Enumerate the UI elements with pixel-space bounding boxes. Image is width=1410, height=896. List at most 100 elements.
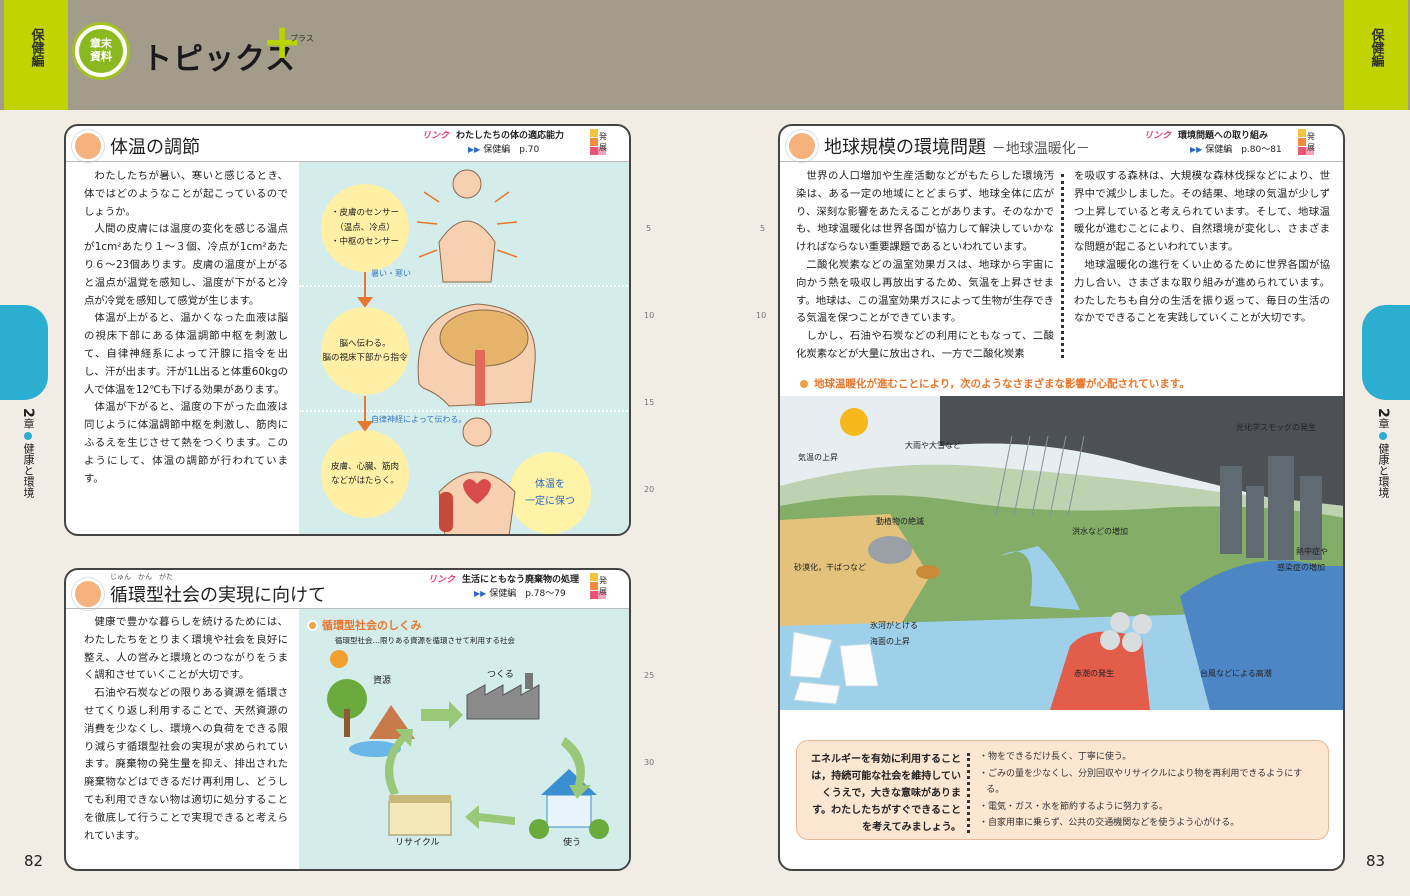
elephant-icon <box>868 536 912 564</box>
impact-label: 海面の上昇 <box>870 637 910 646</box>
impact-label: 光化学スモッグの発生 <box>1236 423 1316 432</box>
arrow-icon: ▶▶ <box>474 589 487 599</box>
chapter-end-badge: 章末 資料 <box>72 22 130 80</box>
energy-item: ・物をできるだけ長く、丁寧に使う。 <box>979 752 1132 762</box>
line-number: 5 <box>646 224 652 233</box>
column-divider <box>1061 174 1065 358</box>
hatten-label: 発 <box>1307 132 1315 141</box>
hatten-icon: 発展 <box>590 573 612 603</box>
energy-lead: エネルギーを有効に利用することは，持続可能な社会を維持していくうえで，大きな意味… <box>811 754 961 833</box>
body-temp-figure: ・皮膚のセンサー （温点、冷点） ・中枢のセンサー 脳へ伝わる。 脳の視床下部から指令… <box>299 162 629 534</box>
link-page: p.80～81 <box>1241 145 1282 156</box>
chapter-unit: 章 <box>22 417 35 429</box>
divider <box>780 161 1343 162</box>
arrow-icon: ▶▶ <box>468 145 481 155</box>
section-recycling-society: じゅん かん がた 循環型社会の実現に向けて リンク 生活にともなう廃棄物の処理… <box>64 568 631 871</box>
impact-label: 大雨や大雪など <box>905 441 961 450</box>
fig-label: 資源 <box>373 676 392 686</box>
link-box: リンク 生活にともなう廃棄物の処理 ▶▶ 保健編 p.78～79 <box>428 573 580 602</box>
impact-label: 砂漠化，干ばつなど <box>794 563 866 572</box>
chapter-number: 2 <box>20 408 36 418</box>
plus-ruby: プラス <box>290 34 314 43</box>
impact-label: 氷河がとける <box>870 621 918 630</box>
page-number-right: 83 <box>1366 852 1386 870</box>
impact-label: 赤潮の発生 <box>1074 669 1114 678</box>
recycle-diagram <box>327 650 609 839</box>
paragraph: を吸収する森林は、大規模な森林伐採などにより、世界中で減少しました。その結果、地… <box>1074 170 1330 254</box>
link-ref: 保健編 <box>489 589 517 600</box>
impact-label: 台風などによる高潮 <box>1200 669 1272 678</box>
line-number: 10 <box>756 311 767 320</box>
paragraph: 石油や石炭などの限りある資源を循環させてくり返し利用することで、天然資源の消費を… <box>84 687 288 842</box>
impact-label: 洪水などの増加 <box>1072 527 1128 536</box>
recycle-plant-icon <box>388 795 452 836</box>
lion-icon <box>916 565 940 579</box>
hatten-label: 発 <box>599 132 607 141</box>
section-global-warming: 地球規模の環境問題 －地球温暖化－ リンク 環境問題への取り組み ▶▶ 保健編 … <box>778 124 1345 871</box>
energy-list: ・物をできるだけ長く、丁寧に使う。 ・ごみの量を少なくし、分別回収やリサイクルに… <box>979 749 1319 832</box>
chapter-tab-left <box>0 305 48 400</box>
line-number: 10 <box>644 311 655 320</box>
recycle-figure: 循環型社会のしくみ 循環型社会…限りある資源を循環させて利用する社会 資源 つく… <box>299 609 629 869</box>
link-ref: 保健編 <box>483 145 511 156</box>
link-title: わたしたちの体の適応能力 <box>456 131 565 141</box>
line-number: 20 <box>644 485 655 494</box>
arrow-label: 暑い・寒い <box>371 269 411 278</box>
title-main: 地球規模の環境問題 <box>824 137 986 158</box>
section-marker-icon <box>72 130 104 162</box>
paragraph: 二酸化炭素などの温室効果ガスは、地球から宇宙に向かう熱を吸収し再放出するため、気… <box>796 258 1054 325</box>
bullet-icon <box>1379 431 1387 440</box>
section-title: 循環型社会の実現に向けて <box>110 585 326 606</box>
paragraph: 人間の皮膚には温度の変化を感じる温点が1cm²あたり１～３個、冷点が1cm²あた… <box>84 223 288 307</box>
link-page: p.78～79 <box>525 589 566 600</box>
fig-label: 使う <box>563 838 582 848</box>
column-divider <box>967 753 971 833</box>
paragraph: 体温が下がると、温度の下がった血液は同じように体温調節中枢を刺激し、筋肉にふるえ… <box>84 401 288 485</box>
paragraph: わたしたちが暑い、寒いと感じるとき、体ではどのようなことが起こっているのでしょう… <box>84 170 288 218</box>
person-top-icon <box>438 169 496 283</box>
paragraph: しかし、石油や石炭などの利用にともなって、二酸化炭素などが大量に放出され、一方で… <box>796 330 1054 360</box>
arrow-icon: ▶▶ <box>1190 145 1203 155</box>
section-marker-icon <box>786 130 818 162</box>
sun-icon <box>840 408 868 436</box>
hatten-icon: 発展 <box>1298 129 1320 159</box>
badge-text: 資料 <box>90 50 112 63</box>
paragraph: 体温が上がると、温かくなった血液は脳の視床下部にある体温調節中枢を刺激して、自律… <box>84 312 288 396</box>
page-number-left: 82 <box>24 852 44 870</box>
section-body-temperature: 体温の調節 リンク わたしたちの体の適応能力 ▶▶ 保健編 p.70 発展 わた… <box>64 124 631 536</box>
impact-label: 動植物の絶滅 <box>876 517 924 526</box>
section-title: 地球規模の環境問題 －地球温暖化－ <box>824 133 1090 159</box>
link-box: リンク わたしたちの体の適応能力 ▶▶ 保健編 p.70 <box>422 129 565 158</box>
genre-tab-right: 保健編 <box>1344 0 1408 110</box>
link-title: 生活にともなう廃棄物の処理 <box>462 575 580 585</box>
link-box: リンク 環境問題への取り組み ▶▶ 保健編 p.80～81 <box>1144 129 1282 158</box>
head-brain-icon <box>417 303 536 407</box>
link-label: リンク <box>1144 131 1172 141</box>
chapter-name: 健康と環境 <box>22 442 35 498</box>
hatten-label: 展 <box>1307 143 1315 153</box>
chapter-label-left: 2 章 健康と環境 <box>11 408 45 498</box>
arrow-label: 自律神経によって伝わる。 <box>371 415 467 424</box>
section-marker-icon <box>72 578 104 610</box>
energy-item: ・ごみの量を少なくし、分別回収やリサイクルにより物を再利用できるようにする。 <box>979 768 1303 796</box>
illustration-heading: 地球温暖化が進むことにより，次のようなさまざまな影響が心配されています。 <box>798 376 1190 391</box>
energy-item: ・電気・ガス・水を節約するように努力する。 <box>979 801 1169 812</box>
paragraph: 地球温暖化の進行をくい止めるために世界各国が協力し合い、さまざまな取り組みが進め… <box>1074 258 1330 325</box>
line-number: 30 <box>644 758 655 767</box>
paragraph: 世界の人口増加や生産活動などがもたらした環境汚染は、ある一定の地域にとどまらず、… <box>796 170 1054 254</box>
warming-scene <box>780 396 1343 710</box>
impact-label: 感染症の増加 <box>1277 563 1325 572</box>
hatten-label: 展 <box>599 143 607 153</box>
bullet-icon <box>24 431 32 440</box>
warming-illustration: 気温の上昇 大雨や大雪など 光化学スモッグの発生 動植物の絶滅 洪水などの増加 … <box>780 396 1343 710</box>
impact-label: 気温の上昇 <box>798 453 838 462</box>
line-number: 25 <box>644 671 655 680</box>
chapter-unit: 章 <box>1377 417 1390 429</box>
house-icon <box>529 769 609 839</box>
title-sub: －地球温暖化－ <box>991 141 1090 157</box>
genre-label: 保健編 <box>28 28 44 67</box>
energy-box: エネルギーを有効に利用することは，持続可能な社会を維持していくうえで，大きな意味… <box>796 740 1329 840</box>
genre-label: 保健編 <box>1368 28 1384 67</box>
body-temp-diagram <box>357 169 536 534</box>
hatten-label: 発 <box>599 576 607 585</box>
